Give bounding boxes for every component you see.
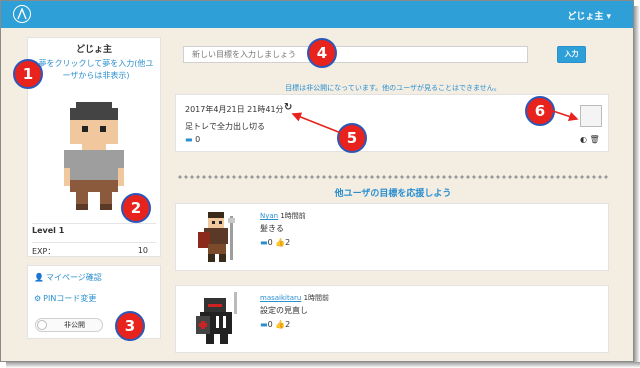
arrow-5 (291, 112, 342, 134)
arrow-6 (552, 110, 579, 122)
window-shadow (634, 6, 640, 368)
app-window: どじょ主 ▾ どじょ主 夢をクリックして夢を入力(他ユーザからは非表示) Lev… (0, 0, 634, 362)
annotation-arrows (291, 110, 579, 134)
window-shadow (6, 362, 640, 368)
